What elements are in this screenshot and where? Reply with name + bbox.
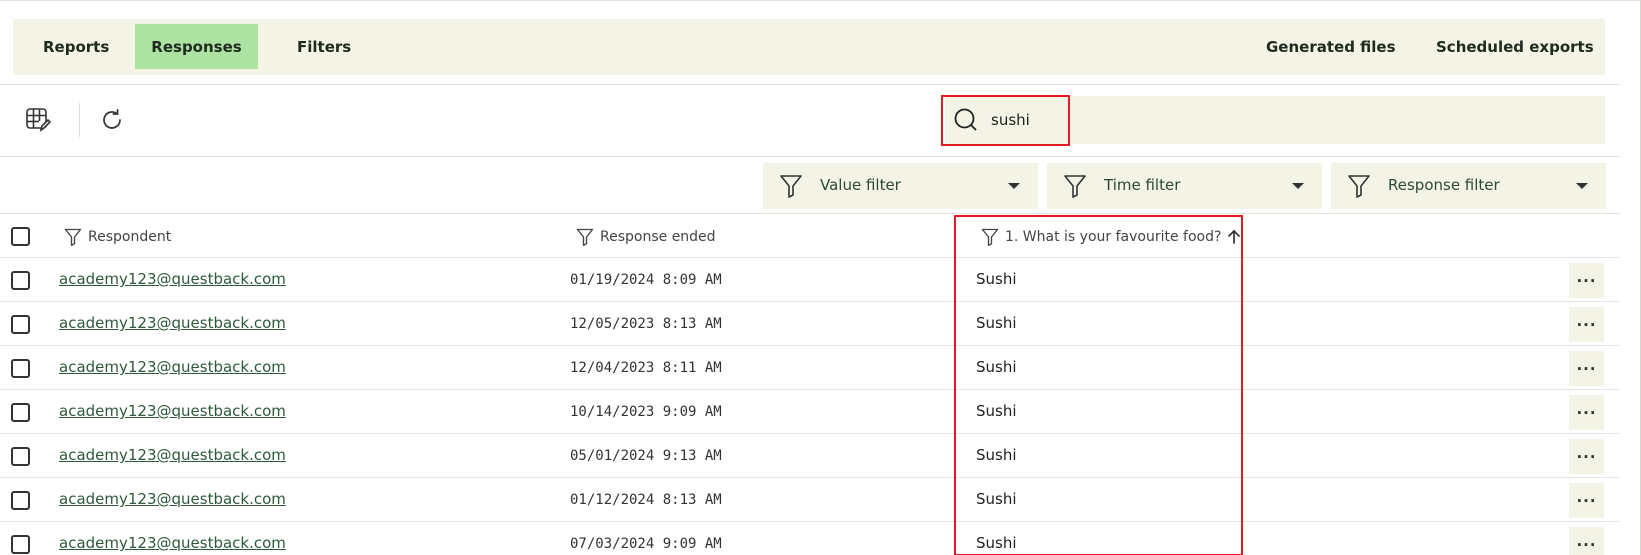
more-icon: ... bbox=[1576, 532, 1597, 550]
response-filter-dropdown[interactable]: Response filter bbox=[1331, 163, 1606, 209]
respondent-link[interactable]: academy123@questback.com bbox=[59, 270, 286, 288]
tab-reports[interactable]: Reports bbox=[43, 24, 109, 69]
column-header-label: Response ended bbox=[600, 229, 716, 245]
row-divider bbox=[0, 477, 1620, 478]
time-filter-dropdown[interactable]: Time filter bbox=[1047, 163, 1322, 209]
filter-icon[interactable] bbox=[981, 227, 999, 247]
response-filter-label: Response filter bbox=[1388, 176, 1500, 194]
row-more-button[interactable]: ... bbox=[1569, 439, 1604, 474]
row-more-button[interactable]: ... bbox=[1569, 307, 1604, 342]
row-more-button[interactable]: ... bbox=[1569, 263, 1604, 298]
row-checkbox[interactable] bbox=[11, 447, 30, 466]
window-top-border bbox=[0, 0, 1641, 3]
answer-cell: Sushi bbox=[976, 402, 1017, 420]
response-ended-cell: 07/03/2024 9:09 AM bbox=[570, 536, 722, 552]
respondent-link[interactable]: academy123@questback.com bbox=[59, 358, 286, 376]
response-ended-cell: 10/14/2023 9:09 AM bbox=[570, 404, 722, 420]
response-ended-cell: 01/12/2024 8:13 AM bbox=[570, 492, 722, 508]
row-divider bbox=[0, 301, 1620, 302]
respondent-link[interactable]: academy123@questback.com bbox=[59, 490, 286, 508]
select-all-checkbox[interactable] bbox=[11, 227, 30, 246]
value-filter-label: Value filter bbox=[820, 176, 901, 194]
row-more-button[interactable]: ... bbox=[1569, 351, 1604, 386]
chevron-down-icon bbox=[1292, 183, 1304, 189]
row-divider bbox=[0, 389, 1620, 390]
answer-cell: Sushi bbox=[976, 490, 1017, 508]
refresh-icon[interactable] bbox=[98, 106, 126, 134]
row-checkbox[interactable] bbox=[11, 403, 30, 422]
divider bbox=[0, 156, 1620, 157]
tab-generated-files[interactable]: Generated files bbox=[1266, 24, 1396, 69]
more-icon: ... bbox=[1576, 312, 1597, 330]
table-edit-icon[interactable] bbox=[24, 106, 52, 134]
time-filter-label: Time filter bbox=[1104, 176, 1181, 194]
respondent-link[interactable]: academy123@questback.com bbox=[59, 402, 286, 420]
row-checkbox[interactable] bbox=[11, 271, 30, 290]
respondent-link[interactable]: academy123@questback.com bbox=[59, 534, 286, 552]
filter-icon bbox=[1347, 173, 1371, 203]
divider bbox=[0, 84, 1620, 85]
row-checkbox[interactable] bbox=[11, 491, 30, 510]
row-checkbox[interactable] bbox=[11, 359, 30, 378]
row-divider bbox=[0, 257, 1620, 258]
sort-ascending-icon[interactable] bbox=[1227, 229, 1241, 245]
search-highlight-box bbox=[941, 95, 1070, 146]
row-more-button[interactable]: ... bbox=[1569, 395, 1604, 430]
tab-scheduled-exports[interactable]: Scheduled exports bbox=[1436, 24, 1594, 69]
chevron-down-icon bbox=[1008, 183, 1020, 189]
row-more-button[interactable]: ... bbox=[1569, 527, 1604, 555]
column-header-label: 1. What is your favourite food? bbox=[1005, 229, 1222, 245]
row-divider bbox=[0, 521, 1620, 522]
filter-icon[interactable] bbox=[64, 227, 82, 247]
answer-cell: Sushi bbox=[976, 534, 1017, 552]
filter-icon bbox=[779, 173, 803, 203]
column-header-response-ended[interactable]: Response ended bbox=[576, 227, 716, 247]
more-icon: ... bbox=[1576, 488, 1597, 506]
row-checkbox[interactable] bbox=[11, 535, 30, 554]
response-ended-cell: 01/19/2024 8:09 AM bbox=[570, 272, 722, 288]
response-ended-cell: 12/04/2023 8:11 AM bbox=[570, 360, 722, 376]
row-more-button[interactable]: ... bbox=[1569, 483, 1604, 518]
respondent-link[interactable]: academy123@questback.com bbox=[59, 314, 286, 332]
more-icon: ... bbox=[1576, 400, 1597, 418]
filter-icon[interactable] bbox=[576, 227, 594, 247]
more-icon: ... bbox=[1576, 356, 1597, 374]
more-icon: ... bbox=[1576, 444, 1597, 462]
response-ended-cell: 05/01/2024 9:13 AM bbox=[570, 448, 722, 464]
row-divider bbox=[0, 345, 1620, 346]
column-header-respondent[interactable]: Respondent bbox=[64, 227, 171, 247]
response-ended-cell: 12/05/2023 8:13 AM bbox=[570, 316, 722, 332]
row-checkbox[interactable] bbox=[11, 315, 30, 334]
answer-cell: Sushi bbox=[976, 314, 1017, 332]
respondent-link[interactable]: academy123@questback.com bbox=[59, 446, 286, 464]
column-header-label: Respondent bbox=[88, 229, 172, 245]
filter-icon bbox=[1063, 173, 1087, 203]
tab-responses[interactable]: Responses bbox=[135, 24, 258, 69]
answer-cell: Sushi bbox=[976, 446, 1017, 464]
answer-cell: Sushi bbox=[976, 358, 1017, 376]
chevron-down-icon bbox=[1576, 183, 1588, 189]
value-filter-dropdown[interactable]: Value filter bbox=[763, 163, 1038, 209]
column-header-question[interactable]: 1. What is your favourite food? bbox=[981, 227, 1241, 247]
tab-filters[interactable]: Filters bbox=[297, 24, 351, 69]
row-divider bbox=[0, 433, 1620, 434]
divider bbox=[0, 213, 1620, 214]
top-navigation: Reports Responses Filters Generated file… bbox=[13, 19, 1605, 75]
answer-cell: Sushi bbox=[976, 270, 1017, 288]
more-icon: ... bbox=[1576, 268, 1597, 286]
toolbar-divider bbox=[79, 103, 80, 137]
